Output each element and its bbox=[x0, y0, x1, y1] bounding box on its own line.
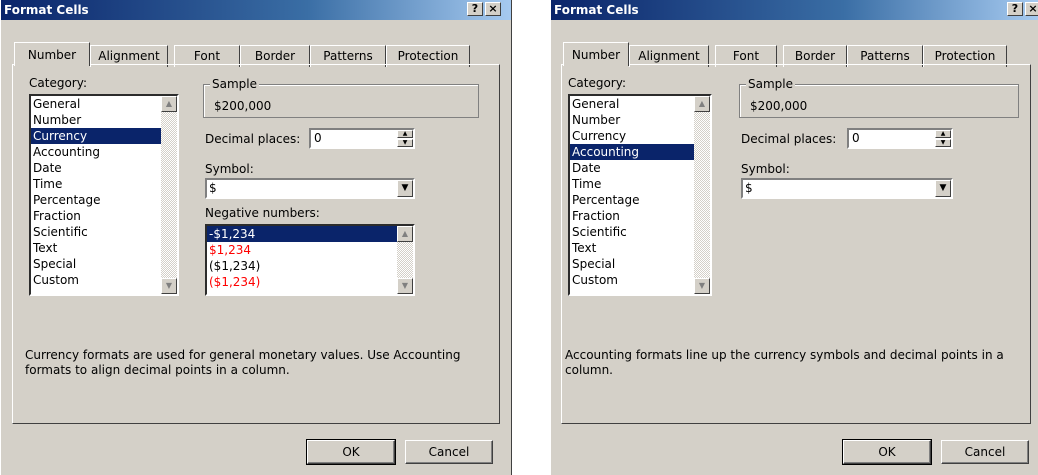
list-item[interactable]: General bbox=[570, 96, 710, 112]
scroll-up-icon[interactable]: ▲ bbox=[694, 96, 710, 112]
list-item[interactable]: Text bbox=[570, 240, 710, 256]
format-cells-dialog-accounting: Format Cells ? × Number Alignment Font B… bbox=[550, 0, 1038, 475]
list-item-selected[interactable]: Currency bbox=[31, 128, 177, 144]
scroll-up-icon[interactable]: ▲ bbox=[161, 96, 177, 112]
decimal-places-spinner[interactable]: 0 ▲ ▼ bbox=[847, 128, 953, 149]
symbol-dropdown[interactable]: $ ▼ bbox=[741, 178, 953, 199]
scroll-up-icon[interactable]: ▲ bbox=[397, 226, 413, 242]
negative-numbers-label: Negative numbers: bbox=[205, 206, 320, 220]
scroll-down-icon[interactable]: ▼ bbox=[694, 278, 710, 294]
dialog-title: Format Cells bbox=[4, 3, 89, 17]
category-list[interactable]: General Number Currency Accounting Date … bbox=[29, 94, 179, 296]
list-item[interactable]: Number bbox=[31, 112, 177, 128]
list-item[interactable]: General bbox=[31, 96, 177, 112]
decimal-places-value[interactable]: 0 bbox=[852, 131, 860, 145]
symbol-dropdown[interactable]: $ ▼ bbox=[205, 178, 415, 199]
help-button[interactable]: ? bbox=[467, 2, 483, 16]
symbol-label: Symbol: bbox=[205, 162, 254, 176]
ok-button[interactable]: OK bbox=[842, 439, 932, 465]
dialog-title: Format Cells bbox=[554, 3, 639, 17]
sample-group: Sample $200,000 bbox=[203, 77, 479, 118]
decimal-places-label: Decimal places: bbox=[205, 132, 301, 146]
close-button[interactable]: × bbox=[1025, 2, 1038, 16]
format-description: Currency formats are used for general mo… bbox=[25, 348, 461, 377]
decimal-places-spinner[interactable]: 0 ▲ ▼ bbox=[309, 128, 415, 149]
spin-up-icon[interactable]: ▲ bbox=[397, 130, 413, 138]
list-item[interactable]: Scientific bbox=[570, 224, 710, 240]
chevron-down-icon[interactable]: ▼ bbox=[935, 180, 951, 197]
list-item[interactable]: Percentage bbox=[570, 192, 710, 208]
list-item[interactable]: $1,234 bbox=[207, 242, 413, 258]
negative-scrollbar[interactable]: ▲ ▼ bbox=[397, 226, 413, 294]
sample-label: Sample bbox=[746, 77, 795, 91]
list-item[interactable]: Time bbox=[570, 176, 710, 192]
list-item[interactable]: Text bbox=[31, 240, 177, 256]
help-button[interactable]: ? bbox=[1007, 2, 1023, 16]
list-item[interactable]: Custom bbox=[570, 272, 710, 288]
decimal-places-label: Decimal places: bbox=[741, 132, 837, 146]
scroll-down-icon[interactable]: ▼ bbox=[161, 278, 177, 294]
category-scrollbar[interactable]: ▲ ▼ bbox=[694, 96, 710, 294]
list-item[interactable]: Currency bbox=[570, 128, 710, 144]
spinner-buttons: ▲ ▼ bbox=[935, 130, 951, 147]
title-bar[interactable]: Format Cells ? × bbox=[1, 0, 511, 20]
list-item[interactable]: Time bbox=[31, 176, 177, 192]
ok-button[interactable]: OK bbox=[306, 439, 396, 465]
list-item[interactable]: Percentage bbox=[31, 192, 177, 208]
spin-down-icon[interactable]: ▼ bbox=[397, 139, 413, 147]
category-scrollbar[interactable]: ▲ ▼ bbox=[161, 96, 177, 294]
category-label: Category: bbox=[568, 76, 626, 90]
spin-up-icon[interactable]: ▲ bbox=[935, 130, 951, 138]
decimal-places-value[interactable]: 0 bbox=[314, 131, 322, 145]
format-cells-dialog-currency: Format Cells ? × Number Alignment Font B… bbox=[0, 0, 512, 475]
category-label: Category: bbox=[29, 76, 87, 90]
list-item-selected[interactable]: Accounting bbox=[570, 144, 710, 160]
list-item[interactable]: ($1,234) bbox=[207, 258, 413, 274]
list-item[interactable]: Custom bbox=[31, 272, 177, 288]
symbol-value: $ bbox=[745, 181, 753, 195]
chevron-down-icon[interactable]: ▼ bbox=[397, 180, 413, 197]
close-button[interactable]: × bbox=[485, 2, 501, 16]
spinner-buttons: ▲ ▼ bbox=[397, 130, 413, 147]
list-item-selected[interactable]: -$1,234 bbox=[207, 226, 413, 242]
list-item[interactable]: Fraction bbox=[31, 208, 177, 224]
list-item[interactable]: Special bbox=[570, 256, 710, 272]
symbol-value: $ bbox=[209, 181, 217, 195]
list-item[interactable]: Scientific bbox=[31, 224, 177, 240]
cancel-button[interactable]: Cancel bbox=[405, 440, 493, 464]
sample-value: $200,000 bbox=[750, 99, 808, 113]
list-item[interactable]: Fraction bbox=[570, 208, 710, 224]
sample-value: $200,000 bbox=[214, 99, 272, 113]
cancel-button[interactable]: Cancel bbox=[941, 440, 1029, 464]
scroll-down-icon[interactable]: ▼ bbox=[397, 278, 413, 294]
list-item[interactable]: Number bbox=[570, 112, 710, 128]
sample-group: Sample $200,000 bbox=[739, 77, 1019, 118]
list-item[interactable]: Date bbox=[570, 160, 710, 176]
list-item[interactable]: Date bbox=[31, 160, 177, 176]
title-bar[interactable]: Format Cells ? × bbox=[551, 0, 1038, 20]
negative-numbers-list[interactable]: -$1,234 $1,234 ($1,234) ($1,234) ▲ ▼ bbox=[205, 224, 415, 296]
category-list[interactable]: General Number Currency Accounting Date … bbox=[568, 94, 712, 296]
tab-number[interactable]: Number bbox=[14, 42, 90, 66]
sample-label: Sample bbox=[210, 77, 259, 91]
list-item[interactable]: Accounting bbox=[31, 144, 177, 160]
spin-down-icon[interactable]: ▼ bbox=[935, 139, 951, 147]
format-description: Accounting formats line up the currency … bbox=[565, 348, 1004, 377]
symbol-label: Symbol: bbox=[741, 162, 790, 176]
tab-number[interactable]: Number bbox=[563, 42, 629, 66]
list-item[interactable]: ($1,234) bbox=[207, 274, 413, 290]
list-item[interactable]: Special bbox=[31, 256, 177, 272]
